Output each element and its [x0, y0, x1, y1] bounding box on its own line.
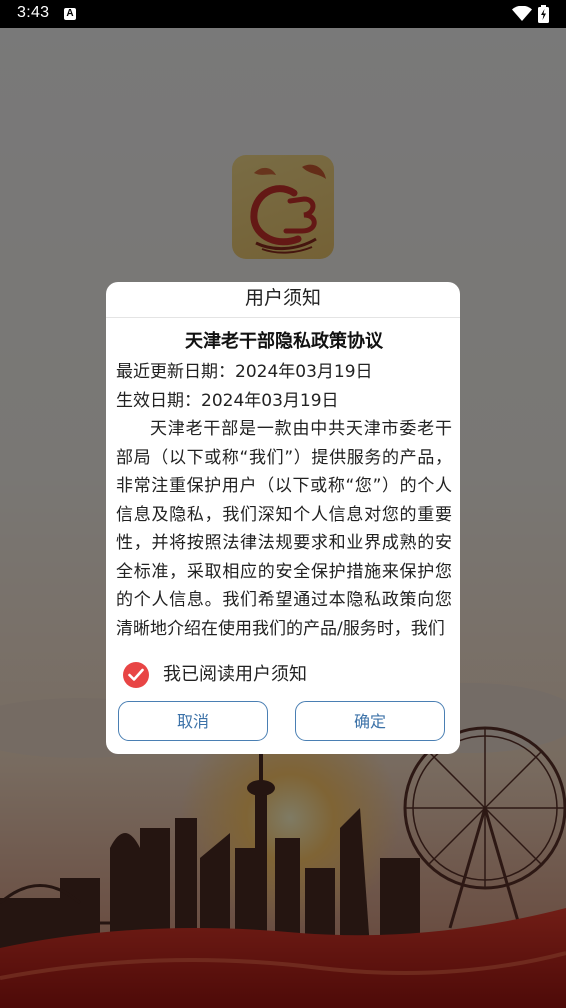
status-bar: 3:43 A	[0, 0, 566, 28]
policy-body-text: 天津老干部是一款由中共天津市委老干部局（以下或称“我们”）提供服务的产品，非常注…	[116, 419, 452, 639]
confirm-button[interactable]: 确定	[295, 701, 445, 741]
agree-label: 我已阅读用户须知	[163, 664, 307, 685]
effective-date: 生效日期：2024年03月19日	[116, 390, 339, 411]
wifi-icon	[512, 6, 532, 21]
checkmark-icon	[128, 668, 144, 681]
policy-scroll-area[interactable]: 天津老干部隐私政策协议 最近更新日期：2024年03月19日 生效日期：2024…	[116, 318, 452, 656]
user-notice-dialog: 用户须知 天津老干部隐私政策协议 最近更新日期：2024年03月19日 生效日期…	[106, 282, 460, 754]
battery-charging-icon	[538, 5, 549, 23]
agree-checkbox[interactable]	[123, 662, 149, 688]
cancel-button[interactable]: 取消	[118, 701, 268, 741]
a-letter-icon: A	[64, 8, 76, 20]
dialog-title: 用户须知	[244, 287, 321, 309]
policy-title: 天津老干部隐私政策协议	[185, 331, 383, 352]
updated-date: 最近更新日期：2024年03月19日	[116, 362, 373, 382]
agree-row[interactable]: 我已阅读用户须知	[106, 656, 460, 694]
status-time: 3:43	[17, 4, 50, 21]
app-screen: 3:43 A 用户须知 天津老干部隐私政策协议 最近更新日期：2024年03月1…	[0, 0, 566, 1008]
